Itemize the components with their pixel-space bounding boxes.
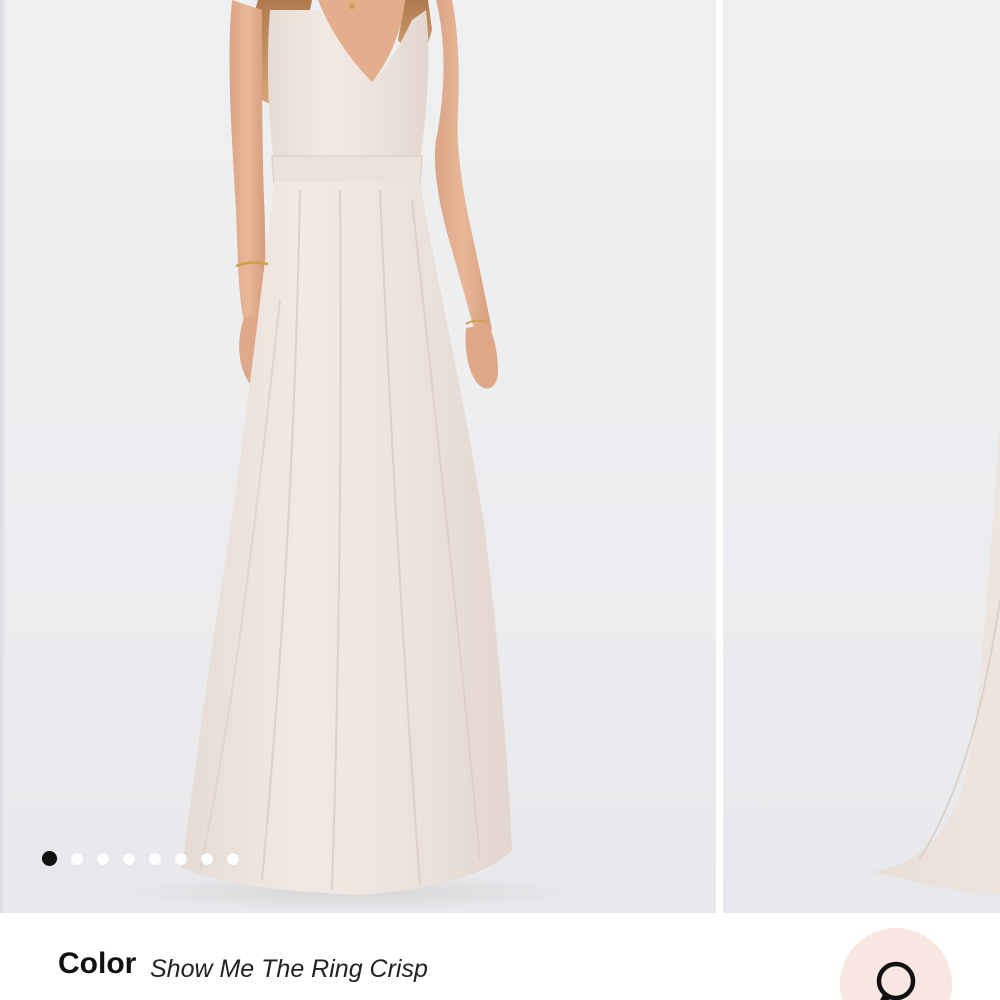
pagination-dot-5[interactable] <box>149 852 161 865</box>
product-photo-next <box>873 420 1000 895</box>
pagination-dot-8[interactable] <box>227 852 239 865</box>
pagination-dot-7[interactable] <box>201 852 213 865</box>
carousel-slide-1[interactable] <box>0 0 716 913</box>
chat-bubble-icon <box>876 961 916 1000</box>
pagination-dot-3[interactable] <box>97 852 109 865</box>
pagination-dot-6[interactable] <box>175 852 187 865</box>
pagination-dot-4[interactable] <box>123 852 135 865</box>
carousel-slide-2[interactable] <box>723 0 1000 913</box>
color-label: Color <box>58 947 137 980</box>
pagination-dot-2[interactable] <box>71 852 83 865</box>
carousel-pagination <box>42 851 239 866</box>
image-carousel[interactable] <box>0 0 1000 913</box>
color-value: Show Me The Ring Crisp <box>150 955 428 983</box>
product-page: Color Show Me The Ring Crisp <box>0 0 1000 1000</box>
pagination-dot-1[interactable] <box>42 851 57 866</box>
product-photo <box>120 0 580 910</box>
